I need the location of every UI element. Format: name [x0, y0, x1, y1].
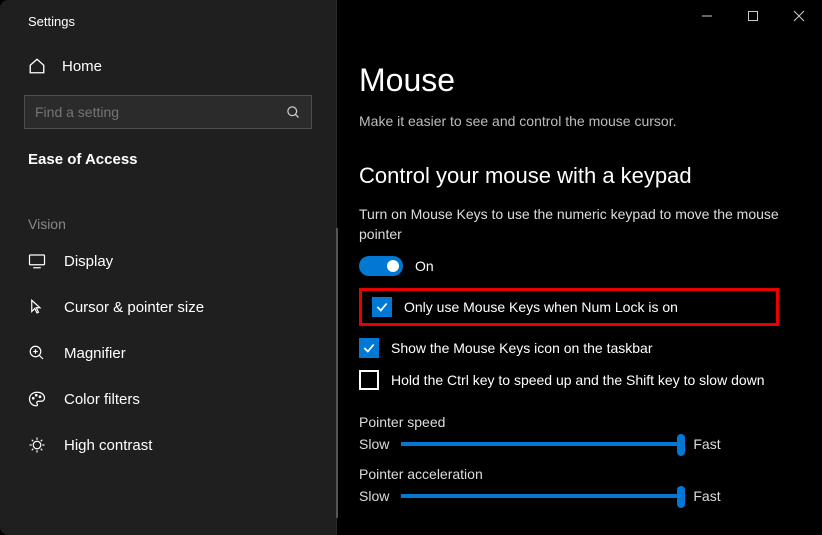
- pointer-accel-slider[interactable]: [401, 494, 681, 498]
- sidebar-item-cursor[interactable]: Cursor & pointer size: [0, 284, 336, 330]
- checkbox-ctrl-shift[interactable]: [359, 370, 379, 390]
- page-subtitle: Make it easier to see and control the mo…: [359, 113, 812, 129]
- pointer-speed-label: Pointer speed: [359, 414, 812, 430]
- checkbox-taskbar[interactable]: [359, 338, 379, 358]
- app-title: Settings: [0, 0, 336, 29]
- slider-fast-label: Fast: [693, 488, 720, 504]
- section-label-vision: Vision: [0, 168, 336, 238]
- checkbox-ctrl-shift-label: Hold the Ctrl key to speed up and the Sh…: [391, 372, 765, 388]
- toggle-state-label: On: [415, 258, 434, 274]
- checkbox-numlock[interactable]: [372, 297, 392, 317]
- sidebar-item-label: Color filters: [64, 391, 140, 408]
- home-icon: [28, 57, 46, 75]
- sidebar-item-label: Display: [64, 253, 113, 270]
- scroll-indicator[interactable]: [336, 228, 338, 518]
- slider-slow-label: Slow: [359, 488, 389, 504]
- sidebar-item-label: Cursor & pointer size: [64, 299, 204, 316]
- mousekeys-toggle[interactable]: [359, 256, 403, 276]
- sidebar-item-color-filters[interactable]: Color filters: [0, 376, 336, 422]
- home-label: Home: [62, 58, 102, 75]
- checkbox-numlock-label: Only use Mouse Keys when Num Lock is on: [404, 299, 678, 315]
- sidebar-item-label: High contrast: [64, 437, 152, 454]
- checkbox-numlock-highlight: Only use Mouse Keys when Num Lock is on: [359, 288, 779, 326]
- sidebar-item-magnifier[interactable]: Magnifier: [0, 330, 336, 376]
- current-section: Ease of Access: [0, 129, 336, 168]
- cursor-icon: [28, 298, 46, 316]
- magnifier-icon: [28, 344, 46, 362]
- sidebar-item-high-contrast[interactable]: High contrast: [0, 422, 336, 468]
- home-nav[interactable]: Home: [0, 57, 336, 75]
- display-icon: [28, 252, 46, 270]
- palette-icon: [28, 390, 46, 408]
- sidebar-item-display[interactable]: Display: [0, 238, 336, 284]
- sidebar-item-label: Magnifier: [64, 345, 126, 362]
- search-icon: [286, 105, 301, 120]
- search-input[interactable]: [35, 104, 286, 120]
- mousekeys-description: Turn on Mouse Keys to use the numeric ke…: [359, 205, 812, 244]
- contrast-icon: [28, 436, 46, 454]
- section-heading: Control your mouse with a keypad: [359, 163, 812, 189]
- pointer-accel-label: Pointer acceleration: [359, 466, 812, 482]
- checkbox-taskbar-label: Show the Mouse Keys icon on the taskbar: [391, 340, 652, 356]
- main-panel: Mouse Make it easier to see and control …: [336, 0, 822, 535]
- pointer-speed-slider[interactable]: [401, 442, 681, 446]
- search-box[interactable]: [24, 95, 312, 129]
- sidebar: Settings Home Ease of Access Vision Disp…: [0, 0, 336, 535]
- slider-slow-label: Slow: [359, 436, 389, 452]
- slider-fast-label: Fast: [693, 436, 720, 452]
- page-title: Mouse: [359, 62, 812, 99]
